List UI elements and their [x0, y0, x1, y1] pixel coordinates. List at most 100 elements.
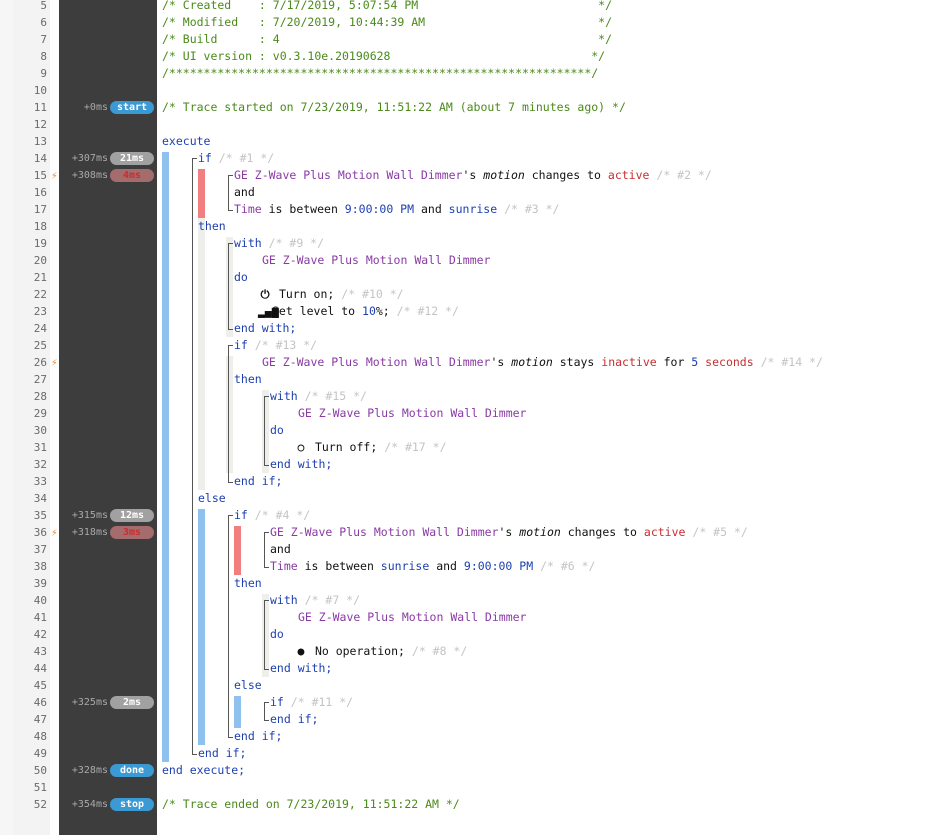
- then-keyword: then: [234, 372, 262, 386]
- with-statement-7[interactable]: with /* #7 */: [270, 592, 360, 609]
- comment-ui-version: /* UI version : v0.3.10e.20190628 */: [162, 49, 606, 63]
- block-bracket: [192, 158, 197, 755]
- line-number: 45: [33, 679, 47, 692]
- attribute-motion: motion: [483, 168, 525, 182]
- task-no-operation[interactable]: ● No operation; /* #8 */: [294, 643, 468, 660]
- task-text: Turn on;: [278, 287, 335, 301]
- line-number: 22: [33, 288, 47, 301]
- condition-3[interactable]: Time is between 9:00:00 PM and sunrise /…: [234, 201, 559, 218]
- with-statement-15[interactable]: with /* #15 */: [270, 388, 367, 405]
- and-operator: and: [234, 185, 255, 199]
- operator-text: changes to: [560, 525, 644, 539]
- task-turn-off[interactable]: ○ Turn off; /* #17 */: [294, 439, 447, 456]
- operator-text: changes to: [524, 168, 608, 182]
- block-bracket: [264, 532, 269, 568]
- line-number: 9: [40, 67, 47, 80]
- device-name: GE Z-Wave Plus Motion Wall Dimmer: [298, 610, 527, 624]
- timing-offset: +308ms: [71, 170, 108, 181]
- time-value: 9:00:00 PM: [344, 202, 415, 216]
- condition-14[interactable]: GE Z-Wave Plus Motion Wall Dimmer's moti…: [262, 354, 823, 371]
- line-number: 12: [33, 118, 47, 131]
- condition-6[interactable]: Time is between sunrise and 9:00:00 PM /…: [270, 558, 595, 575]
- trace-state-badge: stop: [110, 798, 154, 811]
- time-value: 9:00:00 PM: [463, 559, 534, 573]
- do-keyword: do: [234, 270, 248, 284]
- do-keyword: do: [270, 627, 284, 641]
- line-number: 46: [33, 696, 47, 709]
- for-text: for: [656, 355, 692, 369]
- trace-state-badge: done: [110, 764, 154, 777]
- line-number: 50: [33, 764, 47, 777]
- end-with-keyword: end with;: [270, 457, 333, 471]
- end-with-keyword: end with;: [234, 321, 297, 335]
- with-keyword: with: [234, 236, 262, 250]
- condition-5[interactable]: GE Z-Wave Plus Motion Wall Dimmer's moti…: [270, 524, 748, 541]
- if-statement-11[interactable]: if /* #11 */: [270, 694, 353, 711]
- line-number: 20: [33, 254, 47, 267]
- value-inactive: inactive: [601, 355, 657, 369]
- statement-id: /* #4 */: [254, 508, 311, 522]
- comment-trace-ended: /* Trace ended on 7/23/2019, 11:51:22 AM…: [162, 797, 460, 811]
- possessive: 's: [490, 355, 512, 369]
- statement-id: /* #9 */: [268, 236, 325, 250]
- end-if-keyword: end if;: [234, 474, 283, 488]
- line-number: 39: [33, 577, 47, 590]
- line-number: 19: [33, 237, 47, 250]
- if-statement-1[interactable]: if /* #1 */: [198, 150, 274, 167]
- operator-text: is between: [297, 559, 381, 573]
- statement-id: /* #1 */: [218, 151, 275, 165]
- timing-offset: +318ms: [71, 527, 108, 538]
- statement-id: /* #15 */: [304, 389, 367, 403]
- statement-id: /* #8 */: [411, 644, 468, 658]
- line-number: 44: [33, 662, 47, 675]
- line-number: 25: [33, 339, 47, 352]
- possessive: 's: [498, 525, 520, 539]
- duration-value: 5: [691, 355, 699, 369]
- lightning-bolt-icon: ⚡: [51, 526, 58, 539]
- line-number: 29: [33, 407, 47, 420]
- attribute-motion: motion: [519, 525, 561, 539]
- timing-offset: +325ms: [71, 697, 108, 708]
- and-operator: and: [270, 542, 291, 556]
- percent-sign: %;: [375, 304, 390, 318]
- if-statement-4[interactable]: if /* #4 */: [234, 507, 310, 524]
- trace-state-badge: start: [110, 101, 154, 114]
- left-margin: [0, 0, 13, 835]
- statement-id: /* #11 */: [290, 695, 354, 709]
- filled-circle-icon: ●: [297, 644, 305, 658]
- if-keyword: if: [270, 695, 284, 709]
- device-name: GE Z-Wave Plus Motion Wall Dimmer: [262, 355, 491, 369]
- line-number: 47: [33, 713, 47, 726]
- statement-id: /* #7 */: [304, 593, 361, 607]
- block-bracket: [264, 600, 269, 670]
- statement-id: /* #17 */: [384, 440, 447, 454]
- block-bracket: [264, 396, 269, 466]
- comment-modified: /* Modified : 7/20/2019, 10:44:39 AM */: [162, 15, 613, 29]
- statement-id: /* #5 */: [692, 525, 748, 539]
- duration-badge: 3ms: [110, 526, 154, 539]
- block-bracket: [228, 515, 233, 738]
- if-statement-13[interactable]: if /* #13 */: [234, 337, 317, 354]
- attribute-motion: motion: [511, 355, 553, 369]
- device-name: GE Z-Wave Plus Motion Wall Dimmer: [262, 253, 491, 267]
- timing-offset: +0ms: [83, 102, 108, 113]
- condition-2[interactable]: GE Z-Wave Plus Motion Wall Dimmer's moti…: [234, 167, 712, 184]
- task-turn-on[interactable]: ⏻ Turn on; /* #10 */: [258, 286, 404, 303]
- comment-stars: /***************************************…: [162, 66, 599, 80]
- line-number: 38: [33, 560, 47, 573]
- line-number: 31: [33, 441, 47, 454]
- task-set-level[interactable]: ▂▄▆Set level to 10%; /* #12 */: [258, 303, 459, 320]
- line-number: 8: [40, 50, 47, 63]
- end-if-keyword: end if;: [234, 729, 283, 743]
- line-number: 30: [33, 424, 47, 437]
- statement-id: /* #10 */: [341, 287, 404, 301]
- line-number: 32: [33, 458, 47, 471]
- end-if-keyword: end if;: [270, 712, 319, 726]
- statement-id: /* #14 */: [760, 355, 823, 369]
- block-bar: [234, 526, 241, 575]
- line-number: 49: [33, 747, 47, 760]
- with-statement-9[interactable]: with /* #9 */: [234, 235, 324, 252]
- block-bracket: [264, 702, 269, 721]
- line-number: 51: [33, 781, 47, 794]
- end-with-keyword: end with;: [270, 661, 333, 675]
